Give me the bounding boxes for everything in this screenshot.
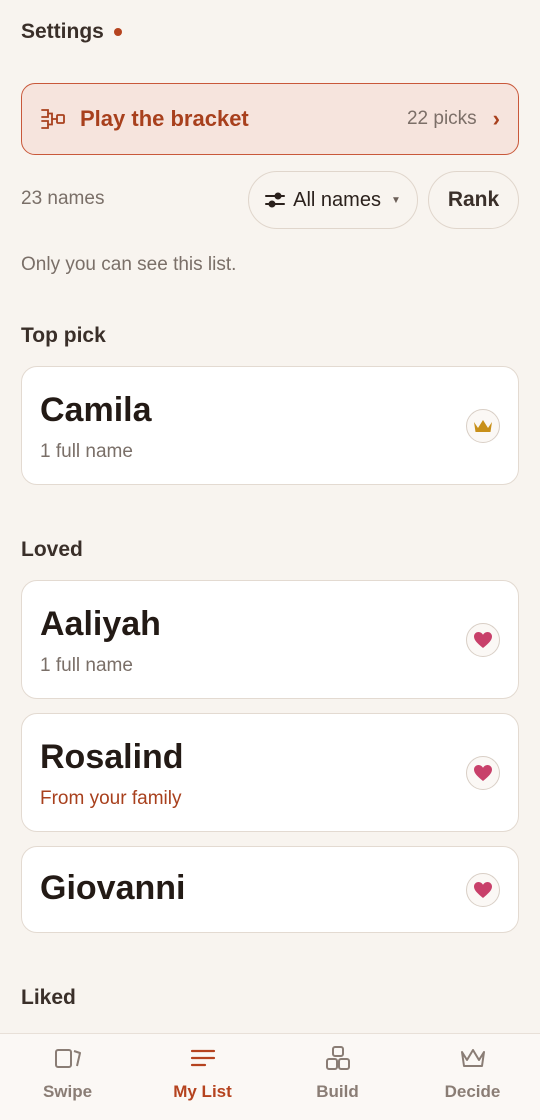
name-card[interactable]: Rosalind From your family: [21, 713, 519, 832]
card-name: Rosalind: [40, 738, 184, 776]
section-title-liked: Liked: [21, 986, 76, 1004]
name-card[interactable]: Giovanni: [21, 846, 519, 933]
card-name: Giovanni: [40, 869, 186, 907]
card-subtitle: 1 full name: [40, 441, 133, 462]
bottom-nav: Swipe My List Build Decide: [0, 1033, 540, 1120]
name-card[interactable]: Aaliyah 1 full name: [21, 580, 519, 699]
swipe-cards-icon: [53, 1044, 83, 1072]
crown-icon: [458, 1044, 488, 1072]
names-count: 23 names: [21, 188, 105, 209]
bracket-icon: [40, 106, 66, 132]
nav-item-swipe[interactable]: Swipe: [0, 1034, 135, 1120]
name-card[interactable]: Camila 1 full name: [21, 366, 519, 485]
rank-button[interactable]: Rank: [428, 171, 519, 229]
settings-row: Settings: [21, 20, 122, 44]
section-title-loved: Loved: [21, 538, 83, 561]
card-subtitle: 1 full name: [40, 655, 133, 676]
nav-item-decide[interactable]: Decide: [405, 1034, 540, 1120]
card-name: Camila: [40, 391, 152, 429]
caret-down-icon: ▼: [390, 194, 401, 206]
heart-icon[interactable]: [466, 873, 500, 907]
heart-icon[interactable]: [466, 623, 500, 657]
card-name: Aaliyah: [40, 605, 161, 643]
card-subtitle: From your family: [40, 788, 182, 809]
nav-item-my-list[interactable]: My List: [135, 1034, 270, 1120]
nav-label: My List: [173, 1082, 232, 1101]
filter-label: All names: [293, 188, 381, 211]
heart-icon[interactable]: [466, 756, 500, 790]
chevron-right-icon: ›: [492, 106, 500, 131]
privacy-note: Only you can see this list.: [21, 254, 237, 275]
list-icon: [188, 1044, 218, 1072]
filter-dropdown[interactable]: All names ▼: [248, 171, 418, 229]
play-bracket-button[interactable]: Play the bracket 22 picks ›: [21, 83, 519, 155]
blocks-icon: [323, 1044, 353, 1072]
crown-icon[interactable]: [466, 409, 500, 443]
filter-sliders-icon: [265, 191, 286, 209]
nav-item-build[interactable]: Build: [270, 1034, 405, 1120]
notification-dot: [113, 28, 122, 36]
nav-label: Build: [316, 1082, 359, 1101]
nav-label: Swipe: [42, 1082, 93, 1101]
bracket-picks-count: 22 picks: [406, 108, 477, 129]
bracket-title: Play the bracket: [80, 106, 249, 131]
settings-link[interactable]: Settings: [21, 20, 104, 44]
nav-label: Decide: [444, 1082, 501, 1101]
section-title-top-pick: Top pick: [21, 324, 106, 347]
